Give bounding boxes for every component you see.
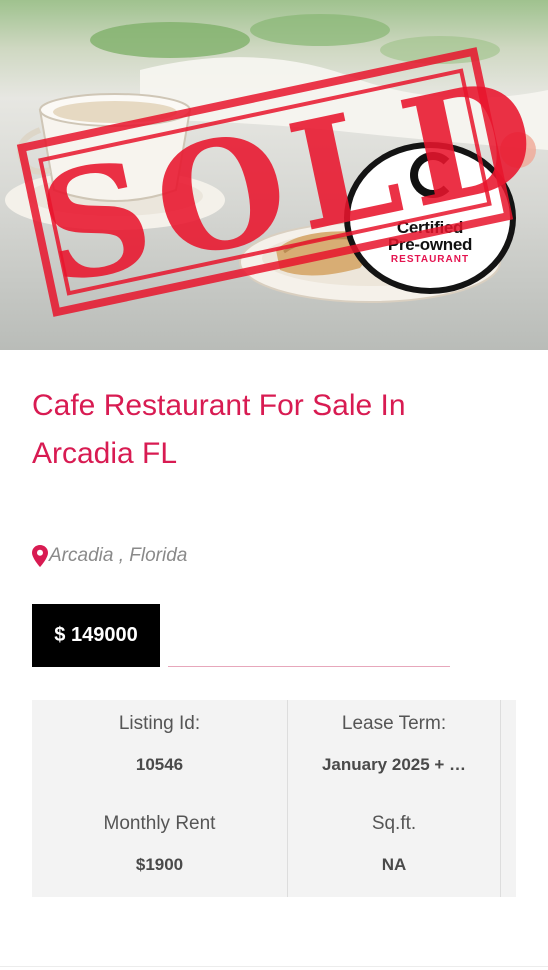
price-tag: $ 149000 [32, 604, 160, 667]
badge-line-restaurant: RESTAURANT [390, 254, 470, 265]
monthly-rent-value: $1900 [135, 855, 184, 874]
detail-lease-term: Lease Term: January 2025 + … [288, 712, 500, 776]
location-text: Arcadia , Florida [49, 545, 188, 566]
listing-title[interactable]: Cafe Restaurant For Sale In Arcadia FL [32, 382, 512, 478]
card-bottom-divider [0, 966, 548, 967]
listing-id-value: 10546 [135, 755, 184, 774]
detail-monthly-rent: Monthly Rent $1900 [32, 812, 287, 876]
price-divider [168, 666, 450, 667]
monthly-rent-label: Monthly Rent [103, 813, 216, 834]
listing-photo[interactable]: Certified Pre-owned RESTAURANT SOLD [0, 0, 548, 350]
sqft-value: NA [381, 855, 407, 874]
listing-details: Listing Id: 10546 Lease Term: January 20… [32, 700, 516, 897]
map-pin-icon [32, 545, 48, 567]
lease-term-label: Lease Term: [341, 713, 447, 734]
detail-listing-id: Listing Id: 10546 [32, 712, 287, 776]
details-column-divider-right [500, 700, 501, 897]
sqft-label: Sq.ft. [371, 813, 417, 834]
listing-id-label: Listing Id: [118, 713, 201, 734]
listing-card: Certified Pre-owned RESTAURANT SOLD Cafe… [0, 0, 548, 970]
detail-sqft: Sq.ft. NA [288, 812, 500, 876]
lease-term-value: January 2025 + … [321, 755, 467, 774]
listing-location: Arcadia , Florida [32, 542, 187, 570]
